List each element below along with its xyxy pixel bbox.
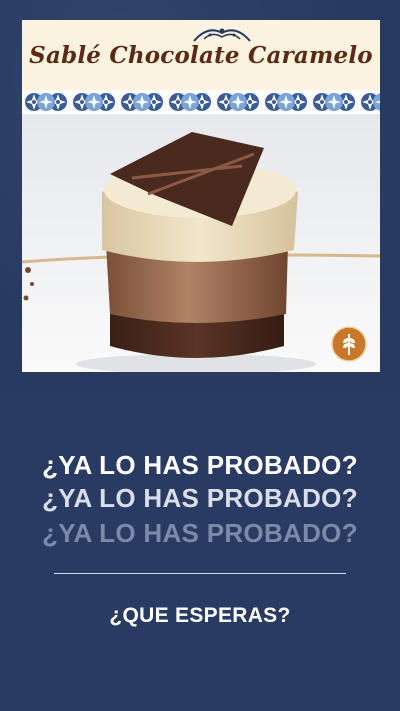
headline-2: ¿YA LO HAS PROBADO?	[42, 483, 358, 513]
headline-3: ¿YA LO HAS PROBADO?	[42, 518, 358, 548]
divider	[54, 573, 346, 574]
product-photo	[22, 114, 380, 372]
product-card: Sablé Chocolate Caramelo	[22, 20, 380, 372]
wheat-icon	[331, 326, 367, 362]
headline-1: ¿YA LO HAS PROBADO?	[42, 450, 358, 480]
cta-text: ¿QUE ESPERAS?	[109, 604, 291, 627]
product-title: Sablé Chocolate Caramelo	[29, 41, 373, 69]
tile-pattern-strip	[22, 90, 380, 114]
flourish-ornament-icon	[193, 28, 251, 42]
